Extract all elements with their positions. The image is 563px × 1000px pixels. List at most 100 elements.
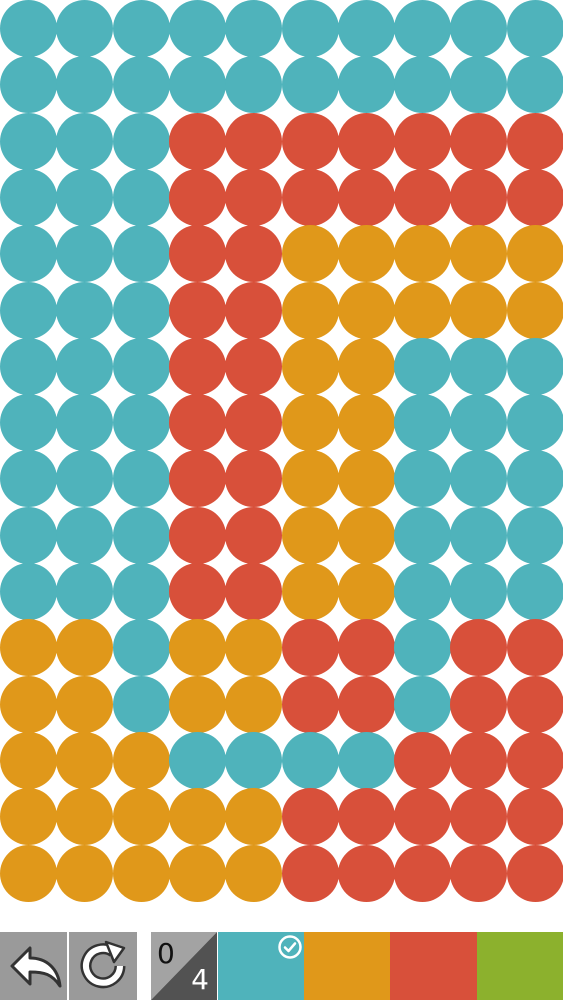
- undo-button[interactable]: [0, 932, 67, 1000]
- dot-orange[interactable]: [281, 506, 339, 564]
- dot-red[interactable]: [506, 112, 563, 170]
- dot-teal[interactable]: [337, 731, 395, 789]
- dot-teal[interactable]: [56, 337, 114, 395]
- dot-orange[interactable]: [112, 788, 170, 846]
- dot-teal[interactable]: [281, 0, 339, 57]
- dot-teal[interactable]: [56, 225, 114, 283]
- dot-teal[interactable]: [168, 56, 226, 114]
- dot-orange[interactable]: [281, 563, 339, 620]
- dot-teal[interactable]: [394, 506, 452, 564]
- color-button-green[interactable]: [477, 932, 563, 1000]
- dot-red[interactable]: [337, 112, 395, 170]
- dot-orange[interactable]: [0, 844, 57, 902]
- dot-orange[interactable]: [56, 844, 114, 902]
- dot-red[interactable]: [168, 168, 226, 226]
- dot-orange[interactable]: [281, 225, 339, 283]
- dot-teal[interactable]: [56, 0, 114, 57]
- dot-teal[interactable]: [56, 394, 114, 452]
- color-button-teal[interactable]: [218, 932, 304, 1000]
- dot-orange[interactable]: [225, 619, 283, 677]
- dot-orange[interactable]: [337, 506, 395, 564]
- dot-teal[interactable]: [394, 0, 452, 57]
- dot-red[interactable]: [225, 394, 283, 452]
- dot-teal[interactable]: [450, 563, 508, 620]
- dot-orange[interactable]: [56, 619, 114, 677]
- dot-teal[interactable]: [112, 450, 170, 508]
- dot-teal[interactable]: [0, 225, 57, 283]
- dot-red[interactable]: [168, 394, 226, 452]
- dot-teal[interactable]: [112, 337, 170, 395]
- dot-red[interactable]: [225, 225, 283, 283]
- dot-red[interactable]: [394, 168, 452, 226]
- dot-teal[interactable]: [0, 168, 57, 226]
- dot-orange[interactable]: [225, 788, 283, 846]
- dot-teal[interactable]: [112, 619, 170, 677]
- dot-orange[interactable]: [56, 731, 114, 789]
- dot-orange[interactable]: [0, 619, 57, 677]
- dot-teal[interactable]: [168, 0, 226, 57]
- dot-red[interactable]: [281, 619, 339, 677]
- dot-teal[interactable]: [450, 56, 508, 114]
- dot-teal[interactable]: [506, 337, 563, 395]
- dot-teal[interactable]: [394, 563, 452, 620]
- restart-button[interactable]: [69, 932, 137, 1000]
- dot-teal[interactable]: [506, 394, 563, 452]
- dot-orange[interactable]: [450, 281, 508, 339]
- dot-orange[interactable]: [112, 731, 170, 789]
- dot-teal[interactable]: [506, 56, 563, 114]
- dot-red[interactable]: [337, 675, 395, 733]
- dot-red[interactable]: [506, 788, 563, 846]
- dot-teal[interactable]: [112, 675, 170, 733]
- dot-teal[interactable]: [450, 337, 508, 395]
- dot-teal[interactable]: [56, 56, 114, 114]
- dot-teal[interactable]: [0, 337, 57, 395]
- dot-teal[interactable]: [0, 0, 57, 57]
- dot-red[interactable]: [450, 731, 508, 789]
- dot-teal[interactable]: [450, 450, 508, 508]
- dot-teal[interactable]: [337, 0, 395, 57]
- dot-red[interactable]: [450, 168, 508, 226]
- dot-teal[interactable]: [168, 731, 226, 789]
- dot-teal[interactable]: [506, 450, 563, 508]
- dot-orange[interactable]: [281, 394, 339, 452]
- dot-teal[interactable]: [394, 337, 452, 395]
- dot-teal[interactable]: [56, 281, 114, 339]
- dot-red[interactable]: [394, 844, 452, 902]
- dot-teal[interactable]: [394, 619, 452, 677]
- dot-red[interactable]: [281, 168, 339, 226]
- dot-teal[interactable]: [450, 0, 508, 57]
- dot-teal[interactable]: [394, 56, 452, 114]
- dot-orange[interactable]: [506, 281, 563, 339]
- dot-red[interactable]: [394, 112, 452, 170]
- dot-red[interactable]: [225, 450, 283, 508]
- dot-teal[interactable]: [112, 56, 170, 114]
- dot-teal[interactable]: [225, 731, 283, 789]
- dot-red[interactable]: [506, 675, 563, 733]
- dot-orange[interactable]: [0, 675, 57, 733]
- dot-orange[interactable]: [337, 225, 395, 283]
- dot-red[interactable]: [281, 788, 339, 846]
- dot-orange[interactable]: [394, 281, 452, 339]
- dot-red[interactable]: [450, 112, 508, 170]
- dot-red[interactable]: [281, 675, 339, 733]
- dot-orange[interactable]: [225, 675, 283, 733]
- dot-teal[interactable]: [0, 112, 57, 170]
- dot-red[interactable]: [394, 788, 452, 846]
- dot-red[interactable]: [450, 788, 508, 846]
- dot-orange[interactable]: [450, 225, 508, 283]
- dot-orange[interactable]: [0, 788, 57, 846]
- dot-teal[interactable]: [506, 506, 563, 564]
- dot-teal[interactable]: [394, 394, 452, 452]
- dot-red[interactable]: [337, 168, 395, 226]
- dot-red[interactable]: [225, 281, 283, 339]
- dot-orange[interactable]: [506, 225, 563, 283]
- dot-teal[interactable]: [112, 506, 170, 564]
- game-board[interactable]: [0, 0, 563, 902]
- dot-teal[interactable]: [112, 112, 170, 170]
- dot-orange[interactable]: [168, 675, 226, 733]
- dot-red[interactable]: [506, 844, 563, 902]
- dot-teal[interactable]: [0, 281, 57, 339]
- dot-orange[interactable]: [281, 281, 339, 339]
- dot-teal[interactable]: [56, 112, 114, 170]
- dot-orange[interactable]: [337, 337, 395, 395]
